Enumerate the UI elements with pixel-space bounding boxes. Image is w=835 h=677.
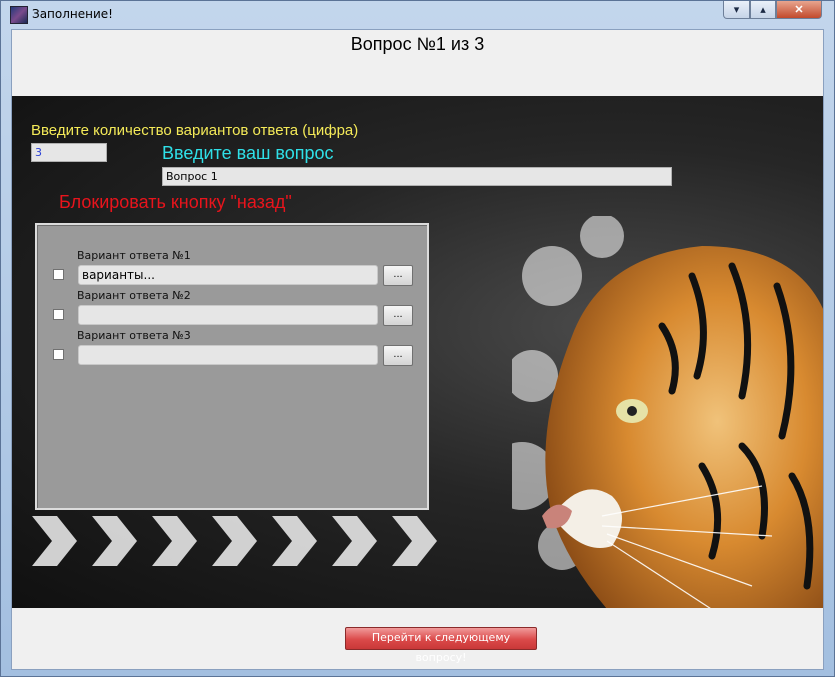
answer-options-panel: Вариант ответа №1 варианты... ... Вариан… bbox=[35, 223, 429, 510]
question-label: Введите ваш вопрос bbox=[162, 143, 334, 163]
block-back-button-toggle[interactable]: Блокировать кнопку "назад" bbox=[59, 192, 292, 213]
option-checkbox-3[interactable] bbox=[53, 349, 64, 360]
header: Вопрос №1 из 3 bbox=[12, 30, 823, 96]
tiger-image bbox=[512, 216, 823, 608]
option-browse-button-1[interactable]: ... bbox=[383, 265, 413, 286]
question-input[interactable]: Вопрос 1 bbox=[162, 167, 672, 186]
window-title: Заполнение! bbox=[32, 7, 113, 21]
option-label-3: Вариант ответа №3 bbox=[77, 329, 191, 342]
option-label-2: Вариант ответа №2 bbox=[77, 289, 191, 302]
option-checkbox-1[interactable] bbox=[53, 269, 64, 280]
answer-count-input[interactable]: 3 bbox=[31, 143, 107, 162]
title-bar[interactable]: Заполнение! ▾ ▴ ✕ bbox=[1, 1, 834, 29]
app-icon bbox=[10, 6, 28, 24]
footer: Перейти к следующему вопросу! bbox=[12, 608, 823, 669]
option-input-2[interactable] bbox=[78, 305, 378, 325]
app-window: Заполнение! ▾ ▴ ✕ Вопрос №1 из 3 Введите… bbox=[0, 0, 835, 677]
client-area: Вопрос №1 из 3 Введите количество вариан… bbox=[11, 29, 824, 670]
minimize-button[interactable]: ▾ bbox=[723, 1, 750, 19]
maximize-button[interactable]: ▴ bbox=[750, 1, 776, 19]
option-browse-button-2[interactable]: ... bbox=[383, 305, 413, 326]
option-label-1: Вариант ответа №1 bbox=[77, 249, 191, 262]
option-input-1[interactable]: варианты... bbox=[78, 265, 378, 285]
option-input-3[interactable] bbox=[78, 345, 378, 365]
chevron-stripe-decoration bbox=[32, 516, 437, 566]
question-counter-heading: Вопрос №1 из 3 bbox=[350, 34, 485, 54]
background-scene: Введите количество вариантов ответа (циф… bbox=[12, 96, 823, 608]
option-checkbox-2[interactable] bbox=[53, 309, 64, 320]
close-button[interactable]: ✕ bbox=[776, 1, 822, 19]
answer-count-label: Введите количество вариантов ответа (циф… bbox=[31, 122, 359, 139]
next-question-button[interactable]: Перейти к следующему вопросу! bbox=[345, 627, 537, 664]
option-browse-button-3[interactable]: ... bbox=[383, 345, 413, 366]
